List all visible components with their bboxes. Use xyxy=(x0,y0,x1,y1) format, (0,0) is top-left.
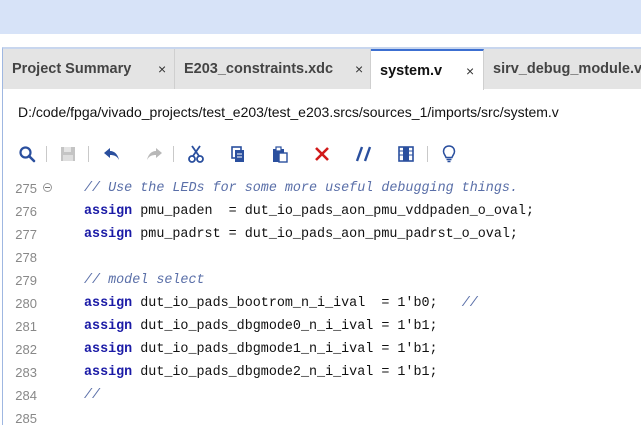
comment-icon[interactable] xyxy=(352,142,376,166)
line-number: 278 xyxy=(15,250,37,265)
code-line[interactable]: 281 assign dut_io_pads_dbgmode0_n_i_ival… xyxy=(3,315,641,338)
code-text: assign pmu_paden = dut_io_pads_aon_pmu_v… xyxy=(84,200,534,223)
code-line[interactable]: 282 assign dut_io_pads_dbgmode1_n_i_ival… xyxy=(3,338,641,361)
line-number: 277 xyxy=(15,227,37,242)
tab-sirv-debug-module[interactable]: sirv_debug_module.v xyxy=(484,49,641,89)
close-icon[interactable]: × xyxy=(355,61,363,77)
code-body: pmu_padrst = dut_io_pads_aon_pmu_padrst_… xyxy=(132,227,518,242)
tab-label: system.v xyxy=(380,62,443,79)
redo-icon[interactable] xyxy=(142,142,166,166)
line-number: 276 xyxy=(15,204,37,219)
code-line[interactable]: 275 // Use the LEDs for some more useful… xyxy=(3,177,641,200)
line-number: 281 xyxy=(15,319,37,334)
code-comment: // model select xyxy=(84,273,205,288)
code-comment: // xyxy=(84,388,101,403)
close-icon[interactable]: × xyxy=(158,61,166,77)
code-editor[interactable]: 275 // Use the LEDs for some more useful… xyxy=(3,177,641,427)
tab-system-v[interactable]: system.v × xyxy=(371,49,484,90)
code-line[interactable]: 278 xyxy=(3,246,641,269)
code-text: // xyxy=(84,384,100,407)
code-body: dut_io_pads_dbgmode2_n_i_ival = 1'b1; xyxy=(132,365,438,380)
toolbar-separator xyxy=(88,146,89,162)
code-comment: // Use the LEDs for some more useful deb… xyxy=(84,181,518,196)
line-number: 284 xyxy=(15,388,37,403)
code-line[interactable]: 276 assign pmu_paden = dut_io_pads_aon_p… xyxy=(3,200,641,223)
save-icon[interactable] xyxy=(56,142,80,166)
line-number: 275 xyxy=(15,181,37,196)
code-keyword: assign xyxy=(84,319,133,334)
copy-icon[interactable] xyxy=(226,142,250,166)
code-text: assign pmu_padrst = dut_io_pads_aon_pmu_… xyxy=(84,223,518,246)
line-number: 279 xyxy=(15,273,37,288)
toolbar-separator xyxy=(427,146,428,162)
code-text: // model select xyxy=(84,269,205,292)
code-line[interactable]: 284 // xyxy=(3,384,641,407)
code-line[interactable]: 277 assign pmu_padrst = dut_io_pads_aon_… xyxy=(3,223,641,246)
editor-panel: Project Summary × E203_constraints.xdc ×… xyxy=(2,47,641,427)
paste-icon[interactable] xyxy=(268,142,292,166)
toolbar-separator xyxy=(173,146,174,162)
tab-label: E203_constraints.xdc xyxy=(184,61,334,77)
code-text: assign dut_io_pads_dbgmode2_n_i_ival = 1… xyxy=(84,361,438,384)
header-gap xyxy=(0,34,641,47)
code-body: dut_io_pads_bootrom_n_i_ival = 1'b0; xyxy=(132,296,462,311)
cut-icon[interactable] xyxy=(184,142,208,166)
line-number: 283 xyxy=(15,365,37,380)
code-text: assign dut_io_pads_dbgmode0_n_i_ival = 1… xyxy=(84,315,438,338)
line-number: 282 xyxy=(15,342,37,357)
code-keyword: assign xyxy=(84,296,133,311)
code-text: // Use the LEDs for some more useful deb… xyxy=(84,177,518,200)
column-select-icon[interactable] xyxy=(394,142,418,166)
code-body: dut_io_pads_dbgmode1_n_i_ival = 1'b1; xyxy=(132,342,438,357)
code-line[interactable]: 283 assign dut_io_pads_dbgmode2_n_i_ival… xyxy=(3,361,641,384)
code-body: pmu_paden = dut_io_pads_aon_pmu_vddpaden… xyxy=(132,204,535,219)
undo-icon[interactable] xyxy=(100,142,124,166)
close-icon[interactable]: × xyxy=(466,63,474,79)
file-path: D:/code/fpga/vivado_projects/test_e203/t… xyxy=(18,104,559,120)
tab-bar: Project Summary × E203_constraints.xdc ×… xyxy=(3,49,641,90)
code-keyword: assign xyxy=(84,365,133,380)
tab-label: sirv_debug_module.v xyxy=(493,61,641,77)
code-body: dut_io_pads_dbgmode0_n_i_ival = 1'b1; xyxy=(132,319,438,334)
window-header-band xyxy=(0,0,641,34)
toolbar-separator xyxy=(46,146,47,162)
fold-toggle-icon[interactable] xyxy=(43,183,52,192)
code-keyword: assign xyxy=(84,342,133,357)
line-number: 280 xyxy=(15,296,37,311)
tab-label: Project Summary xyxy=(12,61,132,77)
code-keyword: assign xyxy=(84,227,133,242)
code-text: assign dut_io_pads_bootrom_n_i_ival = 1'… xyxy=(84,292,478,315)
lightbulb-icon[interactable] xyxy=(437,142,461,166)
code-line[interactable]: 280 assign dut_io_pads_bootrom_n_i_ival … xyxy=(3,292,641,315)
editor-toolbar xyxy=(3,139,641,169)
code-keyword: assign xyxy=(84,204,133,219)
code-comment: // xyxy=(461,296,478,311)
line-number: 285 xyxy=(15,411,37,426)
search-icon[interactable] xyxy=(15,142,39,166)
delete-icon[interactable] xyxy=(310,142,334,166)
tab-project-summary[interactable]: Project Summary × xyxy=(3,49,175,89)
code-line[interactable]: 279 // model select xyxy=(3,269,641,292)
code-text: assign dut_io_pads_dbgmode1_n_i_ival = 1… xyxy=(84,338,438,361)
tab-e203-constraints[interactable]: E203_constraints.xdc × xyxy=(175,49,371,89)
code-line[interactable]: 285 xyxy=(3,407,641,430)
